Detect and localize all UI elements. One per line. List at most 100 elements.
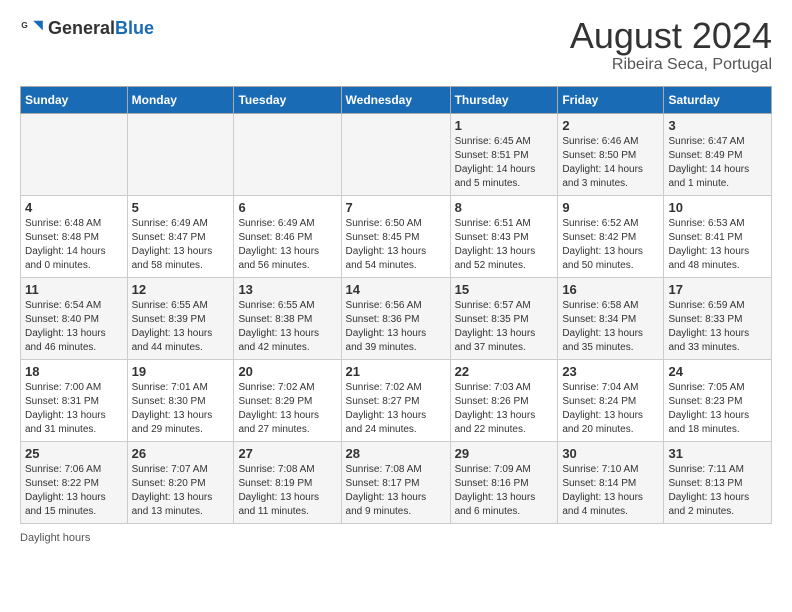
calendar-cell: 17Sunrise: 6:59 AM Sunset: 8:33 PM Dayli…: [664, 277, 772, 359]
day-number: 6: [238, 200, 336, 215]
day-number: 9: [562, 200, 659, 215]
day-number: 21: [346, 364, 446, 379]
day-info: Sunrise: 6:46 AM Sunset: 8:50 PM Dayligh…: [562, 135, 659, 191]
col-header-friday: Friday: [558, 86, 664, 113]
day-info: Sunrise: 7:07 AM Sunset: 8:20 PM Dayligh…: [132, 463, 230, 519]
calendar-cell: 2 Sunrise: 6:46 AM Sunset: 8:50 PM Daylig…: [558, 113, 664, 195]
calendar-cell: 18 Sunrise: 7:00 AM Sunset: 8:31 PM Dayli…: [21, 359, 128, 441]
day-info: Sunrise: 6:45 AM Sunset: 8:51 PM Dayligh…: [455, 135, 554, 191]
calendar-cell: 24 Sunrise: 7:05 AM Sunset: 8:23 PM Dayli…: [664, 359, 772, 441]
day-info: Sunrise: 7:09 AM Sunset: 8:16 PM Dayligh…: [455, 463, 554, 519]
day-info: Sunrise: 7:08 AM Sunset: 8:19 PM Dayligh…: [238, 463, 336, 519]
week-row-2: 4 Sunrise: 6:48 AM Sunset: 8:48 PM Daylig…: [21, 195, 772, 277]
day-info: Sunrise: 7:02 AM Sunset: 8:29 PM Dayligh…: [238, 381, 336, 437]
week-row-1: 1 Sunrise: 6:45 AM Sunset: 8:51 PM Daylig…: [21, 113, 772, 195]
day-info: Sunrise: 6:55 AM Sunset: 8:38 PM Dayligh…: [238, 299, 336, 355]
calendar-cell: [127, 113, 234, 195]
calendar-cell: 30 Sunrise: 7:10 AM Sunset: 8:14 PM Dayli…: [558, 441, 664, 523]
day-number: 13: [238, 282, 336, 297]
calendar-cell: 14 Sunrise: 6:56 AM Sunset: 8:36 PM Dayli…: [341, 277, 450, 359]
calendar-cell: 11 Sunrise: 6:54 AM Sunset: 8:40 PM Dayli…: [21, 277, 128, 359]
day-number: 16: [562, 282, 659, 297]
logo-blue: Blue: [115, 18, 154, 38]
day-number: 2: [562, 118, 659, 133]
day-number: 20: [238, 364, 336, 379]
calendar-cell: 31 Sunrise: 7:11 AM Sunset: 8:13 PM Dayli…: [664, 441, 772, 523]
calendar-cell: 4 Sunrise: 6:48 AM Sunset: 8:48 PM Daylig…: [21, 195, 128, 277]
calendar-cell: 19Sunrise: 7:01 AM Sunset: 8:30 PM Dayli…: [127, 359, 234, 441]
day-info: Sunrise: 6:47 AM Sunset: 8:49 PM Dayligh…: [668, 135, 767, 191]
day-number: 31: [668, 446, 767, 461]
calendar-cell: 3Sunrise: 6:47 AM Sunset: 8:49 PM Daylig…: [664, 113, 772, 195]
day-info: Sunrise: 7:08 AM Sunset: 8:17 PM Dayligh…: [346, 463, 446, 519]
week-row-5: 25Sunrise: 7:06 AM Sunset: 8:22 PM Dayli…: [21, 441, 772, 523]
calendar-cell: 29 Sunrise: 7:09 AM Sunset: 8:16 PM Dayli…: [450, 441, 558, 523]
day-info: Sunrise: 7:11 AM Sunset: 8:13 PM Dayligh…: [668, 463, 767, 519]
header: G GeneralBlue August 2024 Ribeira Seca, …: [20, 16, 772, 74]
calendar-cell: 15 Sunrise: 6:57 AM Sunset: 8:35 PM Dayli…: [450, 277, 558, 359]
day-info: Sunrise: 6:51 AM Sunset: 8:43 PM Dayligh…: [455, 217, 554, 273]
day-info: Sunrise: 6:50 AM Sunset: 8:45 PM Dayligh…: [346, 217, 446, 273]
day-number: 30: [562, 446, 659, 461]
day-number: 24: [668, 364, 767, 379]
calendar-cell: 9 Sunrise: 6:52 AM Sunset: 8:42 PM Daylig…: [558, 195, 664, 277]
calendar-cell: [21, 113, 128, 195]
day-info: Sunrise: 6:57 AM Sunset: 8:35 PM Dayligh…: [455, 299, 554, 355]
generalblue-logo-icon: G: [20, 16, 44, 40]
week-row-3: 11 Sunrise: 6:54 AM Sunset: 8:40 PM Dayli…: [21, 277, 772, 359]
day-info: Sunrise: 7:00 AM Sunset: 8:31 PM Dayligh…: [25, 381, 123, 437]
calendar-cell: 6 Sunrise: 6:49 AM Sunset: 8:46 PM Daylig…: [234, 195, 341, 277]
day-info: Sunrise: 7:05 AM Sunset: 8:23 PM Dayligh…: [668, 381, 767, 437]
day-number: 29: [455, 446, 554, 461]
day-number: 8: [455, 200, 554, 215]
week-row-4: 18 Sunrise: 7:00 AM Sunset: 8:31 PM Dayli…: [21, 359, 772, 441]
day-number: 11: [25, 282, 123, 297]
day-info: Sunrise: 6:49 AM Sunset: 8:46 PM Dayligh…: [238, 217, 336, 273]
calendar-cell: 16 Sunrise: 6:58 AM Sunset: 8:34 PM Dayli…: [558, 277, 664, 359]
col-header-thursday: Thursday: [450, 86, 558, 113]
day-number: 10: [668, 200, 767, 215]
day-info: Sunrise: 7:02 AM Sunset: 8:27 PM Dayligh…: [346, 381, 446, 437]
calendar-cell: [234, 113, 341, 195]
calendar-cell: 7 Sunrise: 6:50 AM Sunset: 8:45 PM Daylig…: [341, 195, 450, 277]
day-number: 22: [455, 364, 554, 379]
day-number: 4: [25, 200, 123, 215]
day-number: 12: [132, 282, 230, 297]
day-number: 1: [455, 118, 554, 133]
day-info: Sunrise: 6:55 AM Sunset: 8:39 PM Dayligh…: [132, 299, 230, 355]
day-info: Sunrise: 6:48 AM Sunset: 8:48 PM Dayligh…: [25, 217, 123, 273]
day-number: 18: [25, 364, 123, 379]
col-header-tuesday: Tuesday: [234, 86, 341, 113]
calendar-cell: 10Sunrise: 6:53 AM Sunset: 8:41 PM Dayli…: [664, 195, 772, 277]
day-info: Sunrise: 6:54 AM Sunset: 8:40 PM Dayligh…: [25, 299, 123, 355]
day-number: 15: [455, 282, 554, 297]
day-number: 14: [346, 282, 446, 297]
calendar-cell: 8 Sunrise: 6:51 AM Sunset: 8:43 PM Daylig…: [450, 195, 558, 277]
logo: G GeneralBlue: [20, 16, 154, 40]
col-header-wednesday: Wednesday: [341, 86, 450, 113]
day-number: 7: [346, 200, 446, 215]
calendar-cell: 1 Sunrise: 6:45 AM Sunset: 8:51 PM Daylig…: [450, 113, 558, 195]
day-number: 17: [668, 282, 767, 297]
calendar-cell: 25Sunrise: 7:06 AM Sunset: 8:22 PM Dayli…: [21, 441, 128, 523]
day-info: Sunrise: 6:49 AM Sunset: 8:47 PM Dayligh…: [132, 217, 230, 273]
day-info: Sunrise: 6:58 AM Sunset: 8:34 PM Dayligh…: [562, 299, 659, 355]
calendar-cell: 28 Sunrise: 7:08 AM Sunset: 8:17 PM Dayli…: [341, 441, 450, 523]
svg-text:G: G: [21, 20, 28, 30]
footer: Daylight hours: [20, 532, 772, 544]
day-info: Sunrise: 7:10 AM Sunset: 8:14 PM Dayligh…: [562, 463, 659, 519]
calendar-cell: 13 Sunrise: 6:55 AM Sunset: 8:38 PM Dayli…: [234, 277, 341, 359]
day-info: Sunrise: 6:52 AM Sunset: 8:42 PM Dayligh…: [562, 217, 659, 273]
calendar-cell: 26Sunrise: 7:07 AM Sunset: 8:20 PM Dayli…: [127, 441, 234, 523]
day-info: Sunrise: 7:04 AM Sunset: 8:24 PM Dayligh…: [562, 381, 659, 437]
daylight-label: Daylight hours: [20, 532, 90, 544]
logo-text: GeneralBlue: [48, 18, 154, 39]
day-info: Sunrise: 6:56 AM Sunset: 8:36 PM Dayligh…: [346, 299, 446, 355]
day-number: 27: [238, 446, 336, 461]
day-number: 28: [346, 446, 446, 461]
day-info: Sunrise: 7:01 AM Sunset: 8:30 PM Dayligh…: [132, 381, 230, 437]
subtitle: Ribeira Seca, Portugal: [570, 56, 772, 74]
col-header-saturday: Saturday: [664, 86, 772, 113]
header-row: SundayMondayTuesdayWednesdayThursdayFrid…: [21, 86, 772, 113]
calendar-cell: 12 Sunrise: 6:55 AM Sunset: 8:39 PM Dayli…: [127, 277, 234, 359]
